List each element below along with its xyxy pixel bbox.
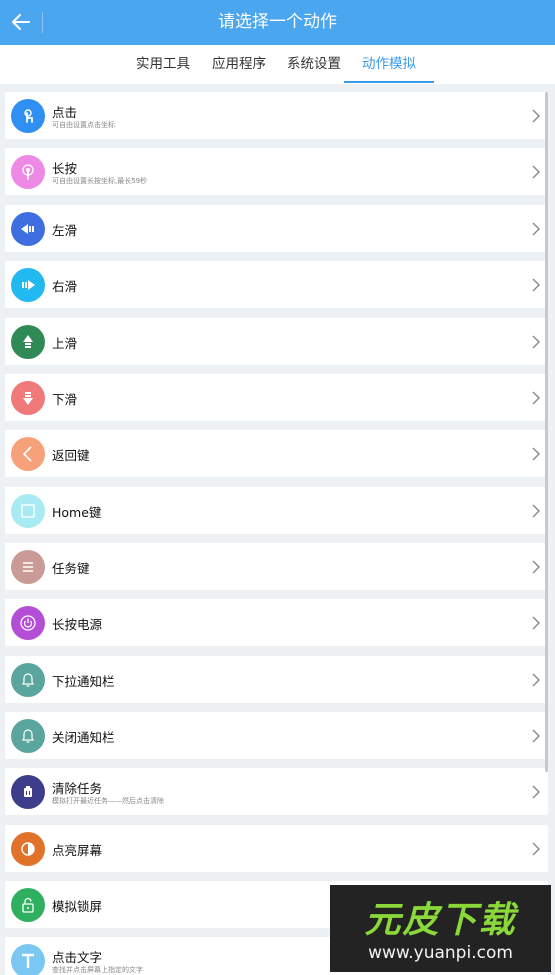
task-key-icon: [11, 550, 45, 584]
item-label: Home键: [52, 505, 102, 520]
bell-off-icon: [11, 719, 45, 753]
swipe-left-icon: [11, 212, 45, 246]
list-item[interactable]: 点击 可自由设置点击坐标: [5, 92, 548, 139]
tab-action-simulation[interactable]: 动作模拟: [344, 45, 434, 84]
chevron-right-icon: [532, 673, 540, 687]
item-label: 点击: [52, 105, 78, 120]
list-item[interactable]: 右滑: [5, 261, 548, 308]
item-label: 上滑: [52, 336, 78, 351]
chevron-right-icon: [532, 278, 540, 292]
watermark: 元皮下载 www.yuanpi.com: [330, 885, 551, 972]
tap-icon: [11, 99, 45, 133]
item-subtitle: 可自由设置点击坐标: [52, 121, 115, 129]
chevron-right-icon: [532, 842, 540, 856]
tab-system-settings[interactable]: 系统设置: [279, 45, 349, 84]
lock-icon: [11, 888, 45, 922]
item-label: 长按电源: [52, 617, 103, 632]
list-item[interactable]: 清除任务 模拟打开最近任务——然后点击清除: [5, 768, 548, 815]
list-item[interactable]: 下滑: [5, 374, 548, 421]
item-label: 返回键: [52, 448, 90, 463]
chevron-right-icon: [532, 165, 540, 179]
scrollbar[interactable]: [545, 92, 548, 772]
item-subtitle: 模拟打开最近任务——然后点击清除: [52, 797, 164, 805]
item-label: 点亮屏幕: [52, 843, 103, 858]
watermark-url: www.yuanpi.com: [368, 943, 513, 963]
app-header: 请选择一个动作: [0, 0, 555, 45]
action-list: 点击 可自由设置点击坐标 长按 可自由设置长按坐标,最长59秒 左滑 右滑 上滑: [0, 84, 555, 975]
list-item[interactable]: 左滑: [5, 205, 548, 252]
list-item[interactable]: 长按电源: [5, 599, 548, 646]
item-label: 长按: [52, 161, 78, 176]
item-label: 关闭通知栏: [52, 730, 115, 745]
list-item[interactable]: 下拉通知栏: [5, 656, 548, 703]
list-item[interactable]: Home键: [5, 487, 548, 534]
list-item[interactable]: 返回键: [5, 430, 548, 477]
screen-on-icon: [11, 832, 45, 866]
item-label: 任务键: [52, 561, 90, 576]
list-item[interactable]: 点亮屏幕: [5, 825, 548, 872]
chevron-right-icon: [532, 391, 540, 405]
chevron-right-icon: [532, 729, 540, 743]
item-label: 模拟锁屏: [52, 899, 103, 914]
power-icon: [11, 606, 45, 640]
watermark-logo-text: 元皮下载: [364, 899, 517, 941]
tab-tools[interactable]: 实用工具: [128, 45, 198, 84]
item-label: 右滑: [52, 279, 78, 294]
item-label: 点击文字: [52, 950, 103, 965]
chevron-right-icon: [532, 335, 540, 349]
tab-bar: 实用工具 应用程序 系统设置 动作模拟: [0, 45, 555, 84]
list-item[interactable]: 任务键: [5, 543, 548, 590]
swipe-down-icon: [11, 381, 45, 415]
back-key-icon: [11, 437, 45, 471]
long-press-icon: [11, 155, 45, 189]
list-item[interactable]: 长按 可自由设置长按坐标,最长59秒: [5, 148, 548, 195]
item-label: 下滑: [52, 392, 78, 407]
item-label: 清除任务: [52, 781, 103, 796]
chevron-right-icon: [532, 447, 540, 461]
chevron-right-icon: [532, 785, 540, 799]
list-item[interactable]: 关闭通知栏: [5, 712, 548, 759]
item-label: 下拉通知栏: [52, 674, 115, 689]
home-key-icon: [11, 494, 45, 528]
chevron-right-icon: [532, 616, 540, 630]
chevron-right-icon: [532, 504, 540, 518]
list-item[interactable]: 上滑: [5, 318, 548, 365]
item-label: 左滑: [52, 223, 78, 238]
item-subtitle: 可自由设置长按坐标,最长59秒: [52, 177, 148, 185]
clear-task-icon: [11, 775, 45, 809]
chevron-right-icon: [532, 560, 540, 574]
chevron-right-icon: [532, 109, 540, 123]
text-icon: [11, 944, 45, 975]
page-title: 请选择一个动作: [218, 12, 337, 32]
swipe-up-icon: [11, 325, 45, 359]
item-subtitle: 查找并点击屏幕上指定的文字: [52, 966, 143, 974]
bell-icon: [11, 663, 45, 697]
chevron-right-icon: [532, 222, 540, 236]
swipe-right-icon: [11, 268, 45, 302]
tab-apps[interactable]: 应用程序: [204, 45, 274, 84]
